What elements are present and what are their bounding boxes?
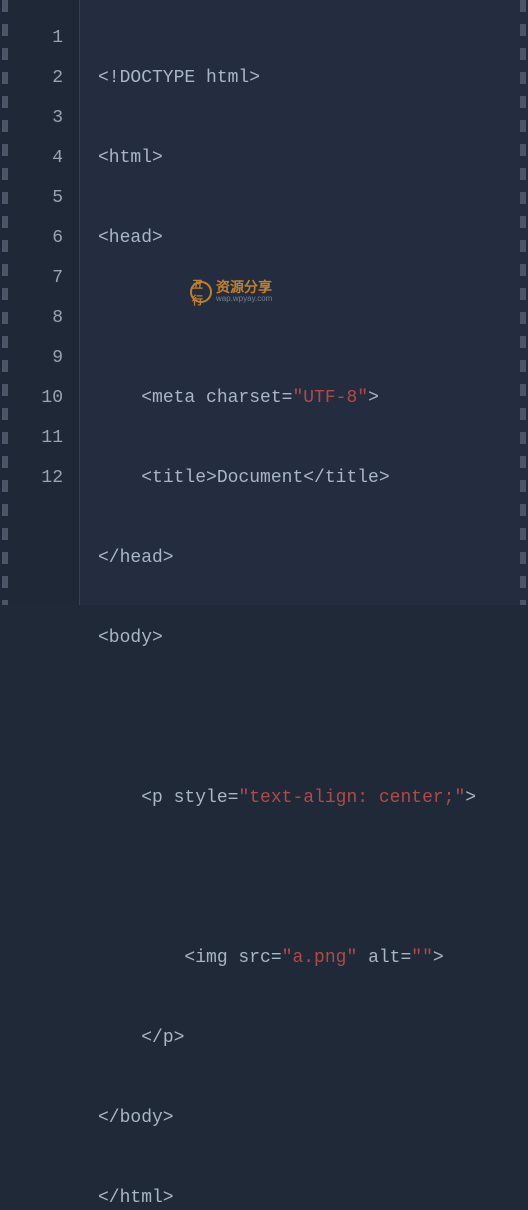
tag-close: >: [465, 788, 476, 808]
code-line: <img src="a.png" alt="">: [98, 938, 528, 978]
window-left-border: [2, 0, 8, 605]
line-number: 4: [0, 138, 63, 178]
code-line: <body>: [98, 618, 528, 658]
line-number: 7: [0, 258, 63, 298]
line-number: 1: [0, 18, 63, 58]
tag-close: >: [368, 388, 379, 408]
code-line: </p>: [98, 1018, 528, 1058]
line-number: 2: [0, 58, 63, 98]
p-open-tag: <p style=: [98, 788, 238, 808]
code-line: </head>: [98, 538, 528, 578]
line-number: 12: [0, 458, 63, 498]
code-line: [98, 858, 528, 898]
head-open-tag: <head>: [98, 228, 163, 248]
charset-value: "UTF-8": [292, 388, 368, 408]
line-number: 6: [0, 218, 63, 258]
body-open-tag: <body>: [98, 628, 163, 648]
code-area[interactable]: <!DOCTYPE html> <html> <head> <meta char…: [80, 0, 528, 605]
tag-close: >: [433, 948, 444, 968]
code-line: <head>: [98, 218, 528, 258]
line-number-gutter: 1 2 3 4 5 6 7 8 9 10 11 12: [0, 0, 80, 605]
meta-tag: <meta charset=: [98, 388, 292, 408]
line-number: 3: [0, 98, 63, 138]
src-value: "a.png": [282, 948, 358, 968]
doctype-tag: <!DOCTYPE html>: [98, 68, 260, 88]
alt-value: "": [411, 948, 433, 968]
code-line: <html>: [98, 138, 528, 178]
line-number: 8: [0, 298, 63, 338]
line-number: 5: [0, 178, 63, 218]
body-close-tag: </body>: [98, 1108, 174, 1128]
html-close-tag: </html>: [98, 1188, 174, 1208]
code-line: [98, 298, 528, 338]
p-close-tag: </p>: [98, 1028, 184, 1048]
line-number: 10: [0, 378, 63, 418]
style-value: "text-align: center;": [238, 788, 465, 808]
line-number: 9: [0, 338, 63, 378]
img-tag: <img src=: [98, 948, 282, 968]
title-tag: <title>Document</title>: [98, 468, 390, 488]
code-line: <meta charset="UTF-8">: [98, 378, 528, 418]
code-line: <title>Document</title>: [98, 458, 528, 498]
line-number: 11: [0, 418, 63, 458]
alt-attr: alt=: [357, 948, 411, 968]
code-line: </body>: [98, 1098, 528, 1138]
code-editor[interactable]: 1 2 3 4 5 6 7 8 9 10 11 12 <!DOCTYPE htm…: [0, 0, 528, 605]
code-line: <p style="text-align: center;">: [98, 778, 528, 818]
code-line: <!DOCTYPE html>: [98, 58, 528, 98]
head-close-tag: </head>: [98, 548, 174, 568]
code-line: </html>: [98, 1178, 528, 1210]
code-line: [98, 698, 528, 738]
html-open-tag: <html>: [98, 148, 163, 168]
